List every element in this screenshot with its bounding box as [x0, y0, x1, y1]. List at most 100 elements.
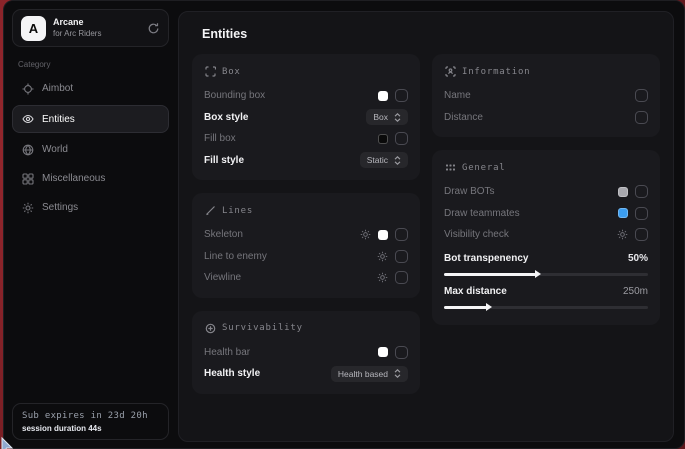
checkbox[interactable]: [395, 271, 408, 284]
pencil-line-icon: [205, 205, 216, 216]
setting-row-distance: Distance: [444, 107, 648, 129]
subscription-status-card: Sub expires in 23d 20h session duration …: [12, 403, 169, 440]
setting-label: Viewline: [204, 272, 377, 283]
sidebar-item-aimbot[interactable]: Aimbot: [12, 76, 169, 101]
setting-label: Health bar: [204, 347, 378, 358]
setting-row-skeleton: Skeleton: [204, 224, 408, 246]
sidebar-item-label: World: [42, 144, 68, 155]
setting-label: Health style: [204, 368, 331, 379]
checkbox[interactable]: [395, 346, 408, 359]
bot-transparency-group: Bot transpenency 50%: [444, 250, 648, 276]
sidebar-item-world[interactable]: World: [12, 137, 169, 162]
setting-label: Distance: [444, 112, 635, 123]
setting-label: Name: [444, 90, 635, 101]
card-title: Box: [222, 67, 241, 77]
reload-icon[interactable]: [147, 22, 160, 35]
checkbox[interactable]: [635, 207, 648, 220]
avatar: A: [21, 16, 46, 41]
sidebar-item-label: Miscellaneous: [42, 173, 105, 184]
sidebar-item-settings[interactable]: Settings: [12, 195, 169, 220]
category-label: Category: [18, 60, 169, 69]
color-swatch[interactable]: [618, 187, 628, 197]
checkbox[interactable]: [395, 132, 408, 145]
checkbox[interactable]: [395, 89, 408, 102]
setting-row-viewline: Viewline: [204, 267, 408, 289]
general-card: General Draw BOTs Draw teammates: [432, 150, 660, 325]
setting-row-health-style: Health style Health based: [204, 363, 408, 385]
setting-row-draw-bots: Draw BOTs: [444, 181, 648, 203]
dropdown-value: Static: [367, 155, 388, 165]
max-distance-group: Max distance 250m: [444, 283, 648, 309]
checkbox[interactable]: [635, 228, 648, 241]
mouse-cursor: [0, 435, 16, 449]
slider-value: 250m: [623, 286, 648, 297]
setting-row-fill-box: Fill box: [204, 128, 408, 150]
sidebar-item-label: Settings: [42, 202, 78, 213]
lines-card-header: Lines: [205, 205, 408, 216]
checkbox[interactable]: [635, 89, 648, 102]
sidebar-item-miscellaneous[interactable]: Miscellaneous: [12, 166, 169, 191]
checkbox[interactable]: [395, 228, 408, 241]
box-brackets-icon: [205, 66, 216, 77]
setting-row-bounding-box: Bounding box: [204, 85, 408, 107]
dots-grid-icon: [445, 162, 456, 173]
color-swatch[interactable]: [618, 208, 628, 218]
chevron-up-down-icon: [394, 113, 401, 122]
session-duration-text: session duration 44s: [22, 424, 159, 433]
general-card-header: General: [445, 162, 648, 173]
card-title: Lines: [222, 206, 253, 216]
slider-value: 50%: [628, 253, 648, 264]
setting-row-health-bar: Health bar: [204, 342, 408, 364]
setting-row-visibility-check: Visibility check: [444, 224, 648, 246]
setting-row-line-to-enemy: Line to enemy: [204, 246, 408, 268]
globe-icon: [22, 144, 34, 156]
color-swatch[interactable]: [378, 230, 388, 240]
crosshair-icon: [22, 83, 34, 95]
fill-style-dropdown[interactable]: Static: [360, 152, 408, 168]
sidebar-item-label: Entities: [42, 114, 75, 125]
sidebar-item-entities[interactable]: Entities: [12, 105, 169, 133]
main-panel: Entities Box: [178, 11, 674, 442]
brand-subtitle: for Arc Riders: [53, 29, 140, 39]
color-swatch[interactable]: [378, 134, 388, 144]
row-settings-gear-icon[interactable]: [377, 272, 388, 283]
health-style-dropdown[interactable]: Health based: [331, 366, 408, 382]
row-settings-gear-icon[interactable]: [377, 251, 388, 262]
checkbox[interactable]: [635, 185, 648, 198]
sidebar-spacer: [12, 220, 169, 403]
bot-transparency-slider[interactable]: [444, 273, 648, 276]
sub-expiry-text: Sub expires in 23d 20h: [22, 411, 159, 421]
slider-fill: [444, 273, 536, 276]
color-swatch[interactable]: [378, 91, 388, 101]
setting-row-fill-style: Fill style Static: [204, 150, 408, 172]
checkbox[interactable]: [635, 111, 648, 124]
max-distance-slider[interactable]: [444, 306, 648, 309]
row-settings-gear-icon[interactable]: [617, 229, 628, 240]
content-columns: Box Bounding box Box style: [192, 54, 660, 394]
right-column: Information Name Distance: [432, 54, 660, 394]
checkbox[interactable]: [395, 250, 408, 263]
sidebar: A Arcane for Arc Riders Category: [4, 1, 177, 448]
setting-label: Draw teammates: [444, 208, 618, 219]
grid-layout-icon: [22, 173, 34, 185]
row-settings-gear-icon[interactable]: [360, 229, 371, 240]
setting-row-draw-teammates: Draw teammates: [444, 203, 648, 225]
card-title: General: [462, 163, 506, 173]
slider-label: Bot transpenency: [444, 253, 628, 264]
left-column: Box Bounding box Box style: [192, 54, 420, 394]
information-card-header: Information: [445, 66, 648, 77]
box-card-header: Box: [205, 66, 408, 77]
slider-label: Max distance: [444, 286, 623, 297]
box-style-dropdown[interactable]: Box: [366, 109, 408, 125]
card-title: Information: [462, 67, 530, 77]
card-title: Survivability: [222, 323, 303, 333]
setting-label: Line to enemy: [204, 251, 377, 262]
lines-card: Lines Skeleton: [192, 193, 420, 298]
brand-card: A Arcane for Arc Riders: [12, 9, 169, 47]
setting-label: Visibility check: [444, 229, 617, 240]
color-swatch[interactable]: [378, 347, 388, 357]
dropdown-value: Box: [373, 112, 388, 122]
survivability-card: Survivability Health bar Health style: [192, 311, 420, 394]
information-card: Information Name Distance: [432, 54, 660, 137]
chevron-up-down-icon: [394, 156, 401, 165]
